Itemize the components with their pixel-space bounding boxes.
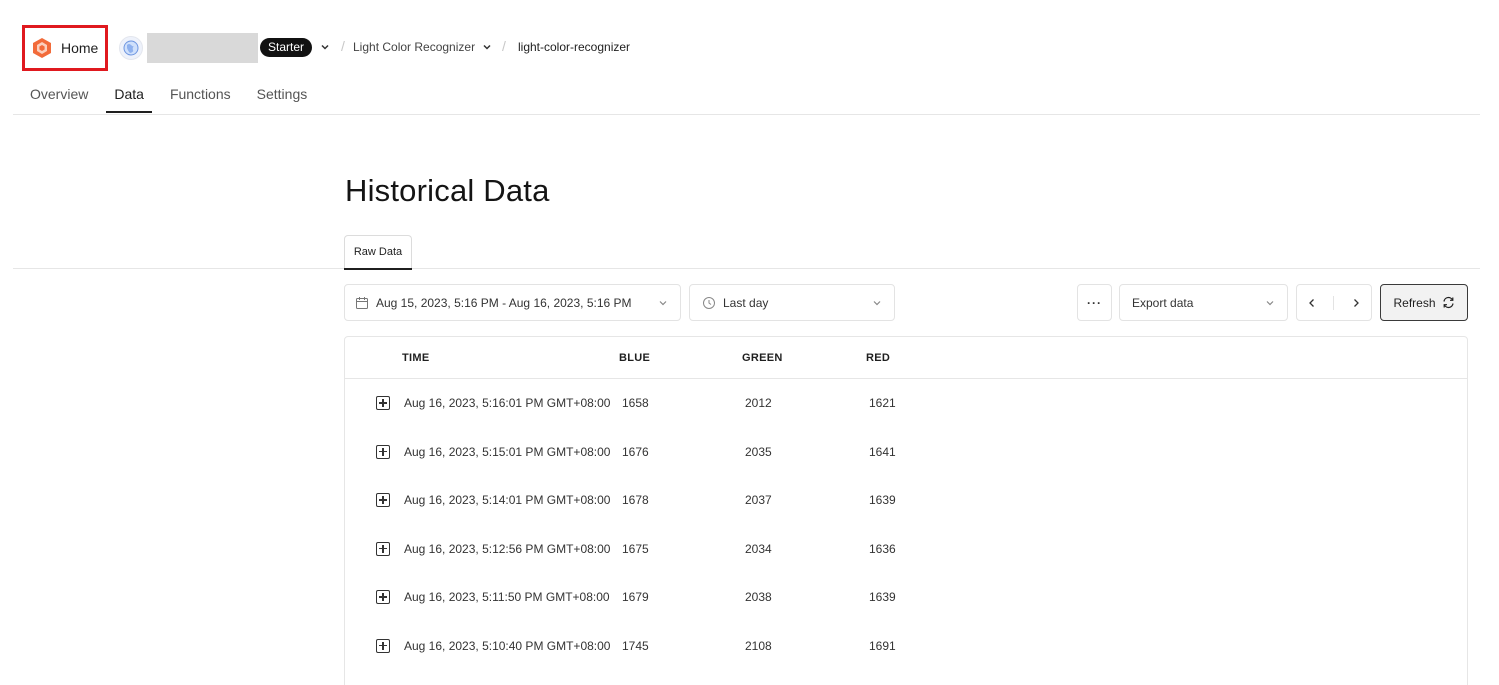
export-data-label: Export data	[1132, 295, 1194, 310]
cell-blue: 1745	[622, 638, 649, 653]
cell-red: 1639	[869, 590, 896, 605]
next-page-button[interactable]	[1348, 295, 1364, 311]
cell-time: Aug 16, 2023, 5:11:50 PM GMT+08:00	[404, 590, 610, 605]
cell-time: Aug 16, 2023, 5:16:01 PM GMT+08:00	[404, 396, 611, 410]
expand-row-button[interactable]	[376, 444, 390, 459]
tab-data[interactable]: Data	[106, 86, 152, 113]
cell-green: 2012	[745, 396, 772, 410]
cell-blue: 1678	[622, 493, 649, 508]
table-row: Aug 16, 2023, 5:15:01 PM GMT+08:00 1676 …	[345, 428, 1467, 477]
cell-time: Aug 16, 2023, 5:15:01 PM GMT+08:00	[404, 444, 611, 459]
breadcrumb-app[interactable]: Light Color Recognizer	[353, 40, 475, 54]
refresh-label: Refresh	[1393, 295, 1436, 310]
cell-green: 2108	[745, 638, 772, 653]
clock-icon	[703, 296, 715, 309]
org-avatar[interactable]	[119, 36, 143, 60]
breadcrumb-separator: /	[341, 38, 345, 54]
cell-red: 1621	[869, 396, 896, 410]
time-preset-select[interactable]: Last day	[689, 284, 895, 321]
cell-red: 1641	[869, 444, 896, 459]
home-label: Home	[61, 40, 99, 56]
chevron-down-icon	[1266, 301, 1274, 306]
column-header-blue[interactable]: BLUE	[619, 352, 650, 364]
chevron-down-icon[interactable]	[319, 41, 331, 53]
time-preset-value: Last day	[723, 295, 769, 310]
column-header-red[interactable]: RED	[866, 352, 890, 364]
chevron-left-icon	[1308, 298, 1314, 307]
chevron-right-icon	[1354, 298, 1360, 307]
refresh-icon	[1442, 296, 1454, 309]
cell-red: 1636	[869, 541, 896, 556]
cell-green: 2037	[745, 493, 772, 508]
cell-blue: 1658	[622, 396, 649, 410]
cell-blue: 1676	[622, 444, 649, 459]
org-name-redacted	[147, 33, 258, 63]
cell-time: Aug 16, 2023, 5:10:40 PM GMT+08:00	[404, 638, 611, 653]
pager-divider	[1333, 295, 1335, 310]
cell-blue: 1675	[622, 541, 649, 556]
cell-time: Aug 16, 2023, 5:14:01 PM GMT+08:00	[404, 493, 611, 508]
calendar-icon	[356, 296, 368, 309]
cell-green: 2035	[745, 444, 772, 459]
column-header-green[interactable]: GREEN	[742, 352, 783, 364]
globe-icon	[123, 40, 139, 56]
expand-row-button[interactable]	[376, 493, 390, 508]
cell-green: 2034	[745, 541, 772, 556]
tab-raw-data[interactable]: Raw Data	[344, 235, 412, 270]
export-data-select[interactable]: Export data	[1119, 284, 1288, 321]
table-header: TIME BLUE GREEN RED	[345, 337, 1467, 379]
hexagon-logo-icon	[33, 38, 51, 58]
cell-red: 1639	[869, 493, 896, 508]
chevron-down-icon[interactable]	[481, 41, 493, 53]
expand-row-button[interactable]	[376, 541, 390, 556]
date-range-value: Aug 15, 2023, 5:16 PM - Aug 16, 2023, 5:…	[376, 295, 632, 310]
breadcrumb-separator: /	[502, 38, 506, 54]
table-row: Aug 16, 2023, 5:16:01 PM GMT+08:00 1658 …	[345, 379, 1467, 428]
cell-green: 2038	[745, 590, 772, 605]
breadcrumb-project: light-color-recognizer	[518, 40, 631, 54]
table-row: Aug 16, 2023, 5:14:01 PM GMT+08:00 1678 …	[345, 476, 1467, 525]
plan-badge: Starter	[260, 38, 313, 57]
data-table: TIME BLUE GREEN RED Aug 16, 2023, 5:16:0…	[344, 336, 1468, 685]
expand-row-button[interactable]	[376, 638, 390, 653]
table-row: Aug 16, 2023, 5:12:56 PM GMT+08:00 1675 …	[345, 525, 1467, 574]
cell-time: Aug 16, 2023, 5:12:56 PM GMT+08:00	[404, 541, 611, 556]
more-options-button[interactable]: ···	[1077, 284, 1112, 321]
refresh-button[interactable]: Refresh	[1380, 284, 1468, 321]
table-row: Aug 16, 2023, 5:10:40 PM GMT+08:00 1745 …	[345, 622, 1467, 671]
tab-divider	[13, 268, 1480, 269]
tab-overview[interactable]: Overview	[30, 86, 88, 112]
chevron-down-icon	[659, 301, 667, 306]
nav-divider	[13, 114, 1480, 115]
cell-blue: 1679	[622, 590, 649, 605]
cell-red: 1691	[869, 638, 896, 653]
expand-row-button[interactable]	[376, 590, 390, 605]
date-range-picker[interactable]: Aug 15, 2023, 5:16 PM - Aug 16, 2023, 5:…	[344, 284, 681, 321]
home-link[interactable]: Home	[22, 25, 108, 71]
pagination-control	[1296, 284, 1372, 321]
column-header-time[interactable]: TIME	[402, 352, 429, 364]
chevron-down-icon	[873, 301, 881, 306]
tab-settings[interactable]: Settings	[257, 86, 308, 112]
expand-row-button[interactable]	[376, 396, 390, 410]
table-row: Aug 16, 2023, 5:11:50 PM GMT+08:00 1679 …	[345, 573, 1467, 622]
page-title: Historical Data	[345, 173, 550, 208]
tab-functions[interactable]: Functions	[170, 86, 231, 112]
nav-tabs: Overview Data Functions Settings	[30, 86, 333, 113]
prev-page-button[interactable]	[1304, 295, 1320, 311]
